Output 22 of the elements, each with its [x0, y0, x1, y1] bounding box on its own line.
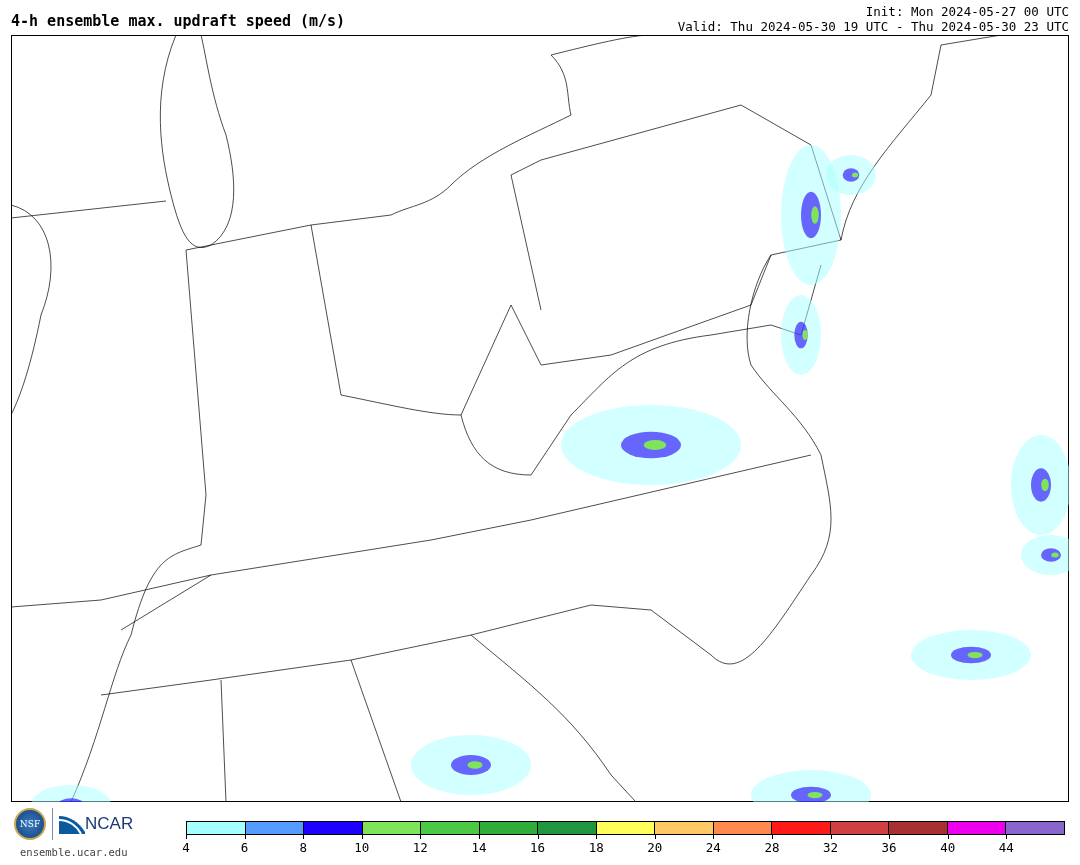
valid-time: Valid: Thu 2024-05-30 19 UTC - Thu 2024-05-30 23 UTC [677, 19, 1069, 34]
swoosh-icon [59, 814, 85, 834]
scale-label: 4 [182, 840, 190, 855]
chart-title: 4-h ensemble max. updraft speed (m/s) [11, 12, 346, 32]
scale-label: 28 [764, 840, 780, 855]
nsf-logo: NSF [14, 808, 46, 840]
scale-label: 36 [881, 840, 897, 855]
scale-label: 24 [705, 840, 721, 855]
scale-label: 32 [823, 840, 839, 855]
scale-label: 8 [299, 840, 307, 855]
site-url: ensemble.ucar.edu [19, 846, 129, 858]
scale-label: 14 [471, 840, 487, 855]
scale-label: 6 [240, 840, 249, 855]
ncar-logo: NCAR [85, 814, 134, 834]
scale-label: 18 [588, 840, 604, 855]
scale-label: 12 [412, 840, 428, 855]
scale-label: 10 [354, 840, 370, 855]
scale-label: 16 [530, 840, 546, 855]
scale-label: 40 [940, 840, 956, 855]
scale-label: 44 [998, 840, 1014, 855]
scale-label: 20 [647, 840, 663, 855]
init-time: Init: Mon 2024-05-27 00 UTC [864, 4, 1069, 19]
